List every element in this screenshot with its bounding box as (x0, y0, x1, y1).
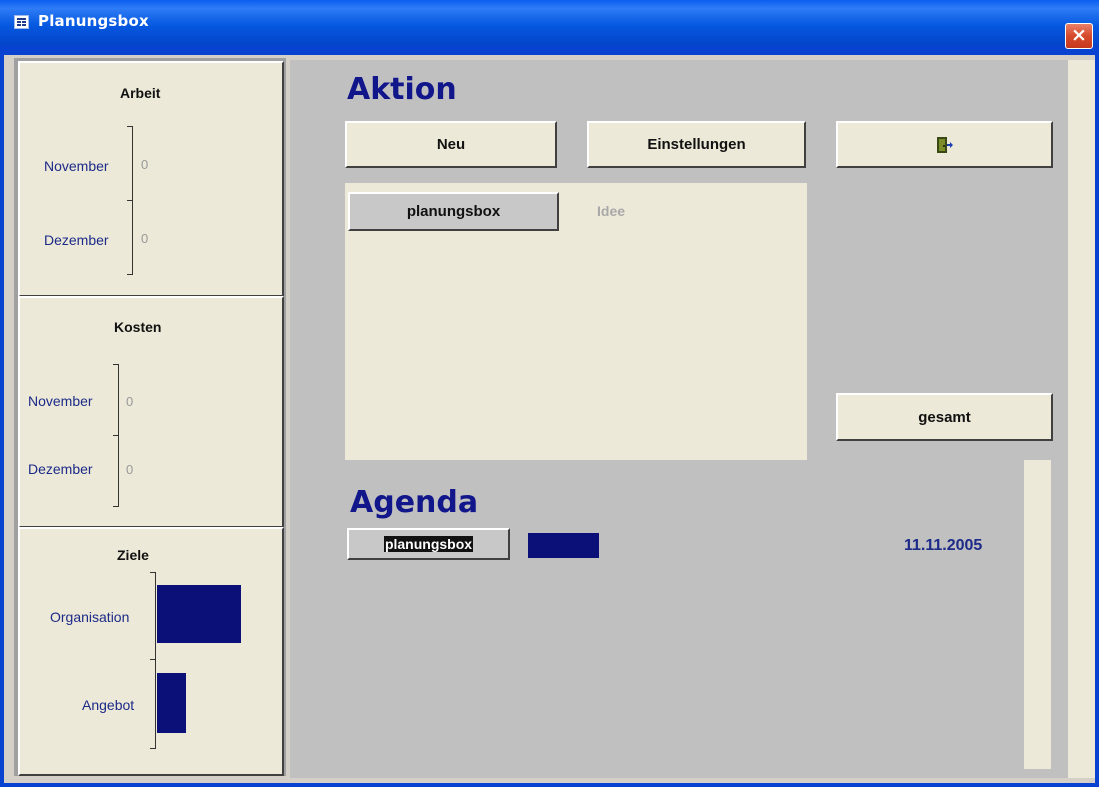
new-button[interactable]: Neu (345, 121, 557, 168)
kosten-value-november: 0 (126, 394, 134, 409)
ziele-axis (155, 572, 156, 748)
kosten-label-november: November (28, 393, 93, 409)
ziele-title: Ziele (117, 547, 149, 563)
arbeit-title: Arbeit (120, 85, 161, 101)
ziele-label-organisation: Organisation (50, 609, 130, 625)
kosten-panel: Kosten November 0 Dezember 0 (18, 296, 284, 528)
arbeit-label-dezember: Dezember (44, 232, 109, 248)
aktion-heading: Aktion (347, 72, 457, 107)
ziele-bar-angebot (157, 673, 186, 733)
aktion-item-type: Idee (597, 203, 626, 219)
ziele-label-angebot: Angebot (82, 697, 135, 713)
close-button[interactable]: × (1065, 23, 1093, 49)
agenda-item-label: planungsbox (383, 536, 474, 552)
kosten-title: Kosten (114, 319, 162, 335)
form-icon (14, 15, 29, 29)
agenda-status-bar (528, 533, 599, 558)
agenda-scrollbar[interactable] (1024, 460, 1051, 769)
kosten-value-dezember: 0 (126, 462, 134, 477)
agenda-date: 11.11.2005 (904, 537, 983, 554)
exit-button[interactable] (836, 121, 1053, 168)
ziele-panel: Ziele Organisation Angebot (18, 527, 284, 776)
exit-door-icon (936, 136, 953, 153)
arbeit-panel: Arbeit November 0 Dezember 0 (18, 61, 284, 297)
agenda-heading: Agenda (350, 485, 479, 520)
right-scroll-strip (1068, 60, 1095, 778)
arbeit-label-november: November (44, 158, 109, 174)
app-window: Planungsbox × Arbeit November 0 Dezember… (0, 0, 1099, 787)
settings-button[interactable]: Einstellungen (587, 121, 806, 168)
ziele-bar-organisation (157, 585, 241, 643)
agenda-item-button[interactable]: planungsbox (347, 528, 510, 560)
aktion-item-button[interactable]: planungsbox (348, 192, 559, 231)
total-button[interactable]: gesamt (836, 393, 1053, 441)
window-title: Planungsbox (38, 12, 149, 30)
arbeit-value-november: 0 (141, 157, 149, 172)
kosten-label-dezember: Dezember (28, 461, 93, 477)
title-bar[interactable]: Planungsbox (0, 0, 1099, 46)
arbeit-value-dezember: 0 (141, 231, 149, 246)
